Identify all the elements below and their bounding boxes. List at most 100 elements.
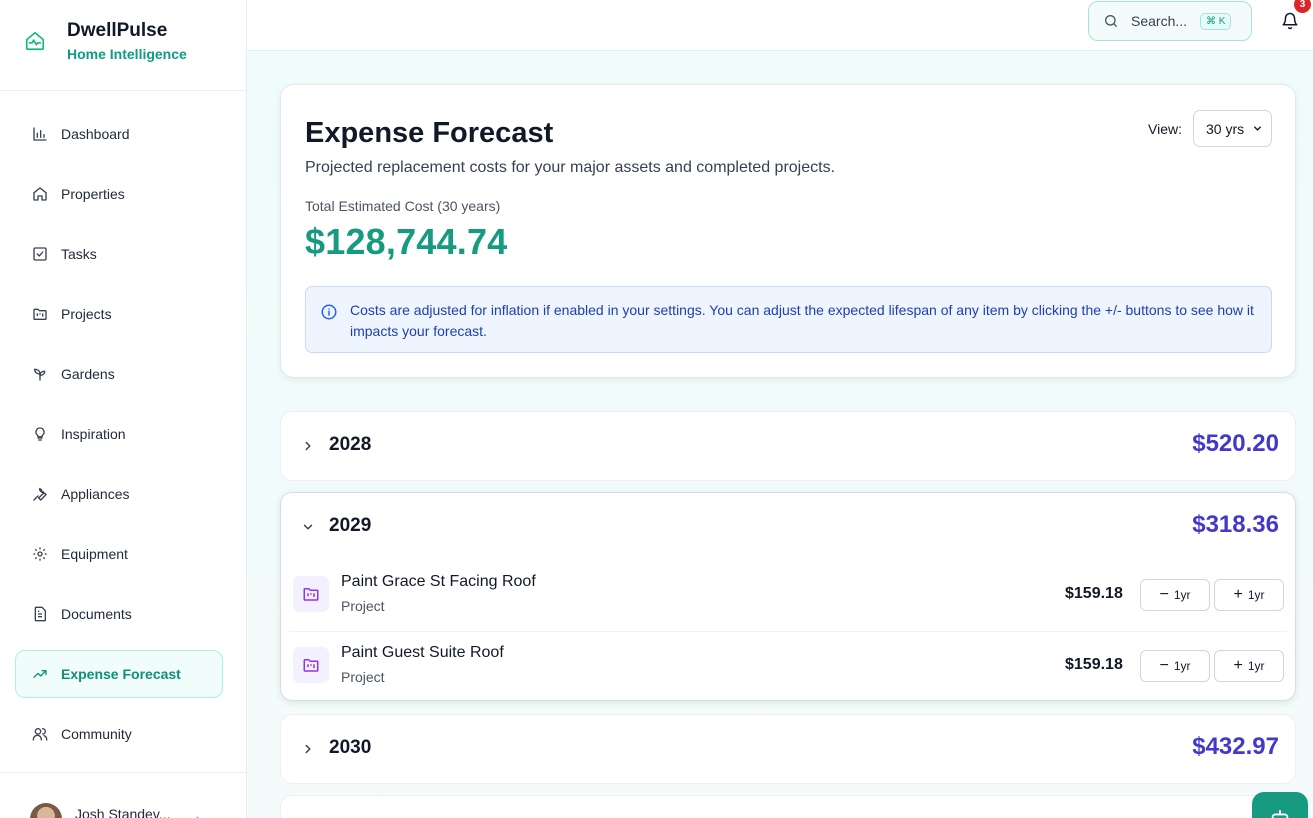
item-cost: $159.18 bbox=[1065, 585, 1123, 602]
chevron-right-icon bbox=[305, 744, 311, 754]
info-icon bbox=[321, 304, 337, 320]
year-group-2030: 2030 $432.97 bbox=[280, 714, 1296, 784]
list-item: Paint Guest Suite Roof Project $159.18 −… bbox=[289, 631, 1287, 701]
sidebar-item-label: Dashboard bbox=[61, 126, 130, 142]
year-group-next[interactable] bbox=[280, 795, 1296, 818]
sidebar-item-community[interactable]: Community bbox=[15, 710, 223, 758]
item-title: Paint Guest Suite Roof bbox=[341, 644, 504, 661]
brand-title: DwellPulse bbox=[67, 20, 168, 41]
sidebar-item-expense-forecast[interactable]: Expense Forecast bbox=[15, 650, 223, 698]
forecast-summary-card: Expense Forecast Projected replacement c… bbox=[280, 84, 1296, 378]
button-label: 1yr bbox=[1247, 588, 1265, 602]
sidebar-item-tasks[interactable]: Tasks bbox=[15, 230, 223, 278]
year-items: Paint Grace St Facing Roof Project $159.… bbox=[281, 561, 1295, 701]
sidebar-item-label: Gardens bbox=[61, 366, 115, 382]
decrease-lifespan-button[interactable]: − 1yr bbox=[1140, 579, 1210, 611]
plus-icon: + bbox=[1233, 657, 1243, 674]
button-label: 1yr bbox=[1173, 659, 1191, 673]
users-icon bbox=[32, 728, 48, 741]
check-square-icon bbox=[33, 247, 47, 261]
sidebar-item-appliances[interactable]: Appliances bbox=[15, 470, 223, 518]
home-icon bbox=[33, 187, 47, 201]
sidebar-item-equipment[interactable]: Equipment bbox=[15, 530, 223, 578]
gear-icon bbox=[33, 547, 47, 561]
view-select[interactable]: 30 yrs bbox=[1193, 110, 1272, 147]
sidebar-item-label: Properties bbox=[61, 186, 125, 202]
main-content: Expense Forecast Projected replacement c… bbox=[247, 51, 1313, 818]
year-amount: $520.20 bbox=[1192, 430, 1279, 457]
sidebar-item-dashboard[interactable]: Dashboard bbox=[15, 110, 223, 158]
sidebar-item-gardens[interactable]: Gardens bbox=[15, 350, 223, 398]
sidebar-item-label: Tasks bbox=[61, 246, 97, 262]
avatar bbox=[30, 803, 62, 818]
item-cost: $159.18 bbox=[1065, 656, 1123, 673]
user-menu[interactable]: Josh Standev... › bbox=[0, 772, 247, 818]
sidebar-nav: Dashboard Properties Tasks Projects Gard… bbox=[15, 110, 223, 770]
search-icon bbox=[1105, 15, 1117, 27]
total-cost-label: Total Estimated Cost (30 years) bbox=[305, 198, 501, 214]
project-icon bbox=[293, 647, 329, 683]
search-button[interactable]: Search... ⌘ K bbox=[1088, 1, 1252, 41]
bell-icon[interactable] bbox=[1281, 12, 1299, 30]
item-type: Project bbox=[341, 598, 385, 614]
increase-lifespan-button[interactable]: + 1yr bbox=[1214, 650, 1284, 682]
file-text-icon bbox=[34, 606, 46, 622]
item-type: Project bbox=[341, 669, 385, 685]
brand[interactable]: DwellPulse Home Intelligence bbox=[0, 0, 246, 91]
year-amount: $432.97 bbox=[1192, 733, 1279, 760]
sidebar-item-documents[interactable]: Documents bbox=[15, 590, 223, 638]
user-name: Josh Standev... bbox=[75, 806, 171, 818]
house-pulse-icon bbox=[25, 31, 45, 51]
year-group-2029: 2029 $318.36 Paint Grace St Facing Roof … bbox=[280, 492, 1296, 701]
topbar: Search... ⌘ K 3 bbox=[247, 0, 1313, 51]
sidebar-item-properties[interactable]: Properties bbox=[15, 170, 223, 218]
search-shortcut: ⌘ K bbox=[1200, 12, 1232, 30]
list-item: Paint Grace St Facing Roof Project $159.… bbox=[289, 561, 1287, 631]
year-label: 2029 bbox=[329, 515, 372, 536]
chevron-down-icon bbox=[303, 524, 313, 530]
assistant-button[interactable] bbox=[1252, 792, 1308, 818]
trending-up-icon bbox=[33, 670, 47, 678]
plus-icon: + bbox=[1233, 586, 1243, 603]
page-title: Expense Forecast bbox=[305, 117, 554, 149]
sidebar-item-label: Equipment bbox=[61, 546, 128, 562]
year-amount: $318.36 bbox=[1192, 511, 1279, 538]
info-text: Costs are adjusted for inflation if enab… bbox=[350, 302, 1254, 339]
decrease-lifespan-button[interactable]: − 1yr bbox=[1140, 650, 1210, 682]
info-banner: Costs are adjusted for inflation if enab… bbox=[305, 286, 1272, 353]
chevron-right-icon: › bbox=[196, 813, 200, 818]
chevron-down-icon bbox=[1254, 126, 1261, 131]
lightbulb-icon bbox=[35, 427, 45, 441]
item-title: Paint Grace St Facing Roof bbox=[341, 573, 536, 590]
project-icon bbox=[293, 576, 329, 612]
sidebar-item-label: Community bbox=[61, 726, 132, 742]
sidebar-item-label: Projects bbox=[61, 306, 112, 322]
sidebar-item-label: Expense Forecast bbox=[61, 666, 181, 682]
sidebar: DwellPulse Home Intelligence Dashboard P… bbox=[0, 0, 247, 818]
chevron-right-icon bbox=[305, 441, 311, 451]
sidebar-item-projects[interactable]: Projects bbox=[15, 290, 223, 338]
year-group-2028: 2028 $520.20 bbox=[280, 411, 1296, 481]
bot-icon bbox=[1271, 809, 1289, 818]
year-toggle[interactable]: 2028 $520.20 bbox=[281, 412, 1295, 480]
folder-kanban-icon bbox=[33, 308, 47, 320]
increase-lifespan-button[interactable]: + 1yr bbox=[1214, 579, 1284, 611]
sidebar-item-inspiration[interactable]: Inspiration bbox=[15, 410, 223, 458]
sidebar-item-label: Appliances bbox=[61, 486, 130, 502]
button-label: 1yr bbox=[1247, 659, 1265, 673]
notification-badge: 3 bbox=[1294, 0, 1311, 13]
bar-chart-icon bbox=[33, 127, 47, 141]
sidebar-item-label: Documents bbox=[61, 606, 132, 622]
minus-icon: − bbox=[1159, 586, 1169, 603]
year-label: 2028 bbox=[329, 434, 372, 455]
year-label: 2030 bbox=[329, 737, 372, 758]
year-toggle[interactable]: 2029 $318.36 bbox=[281, 493, 1295, 561]
sprout-icon bbox=[33, 368, 46, 381]
sidebar-item-label: Inspiration bbox=[61, 426, 126, 442]
view-select-value: 30 yrs bbox=[1206, 120, 1245, 137]
year-toggle[interactable]: 2030 $432.97 bbox=[281, 715, 1295, 783]
button-label: 1yr bbox=[1173, 588, 1191, 602]
search-placeholder: Search... bbox=[1131, 13, 1188, 29]
view-label: View: bbox=[1148, 121, 1182, 137]
brand-subtitle: Home Intelligence bbox=[67, 46, 187, 62]
